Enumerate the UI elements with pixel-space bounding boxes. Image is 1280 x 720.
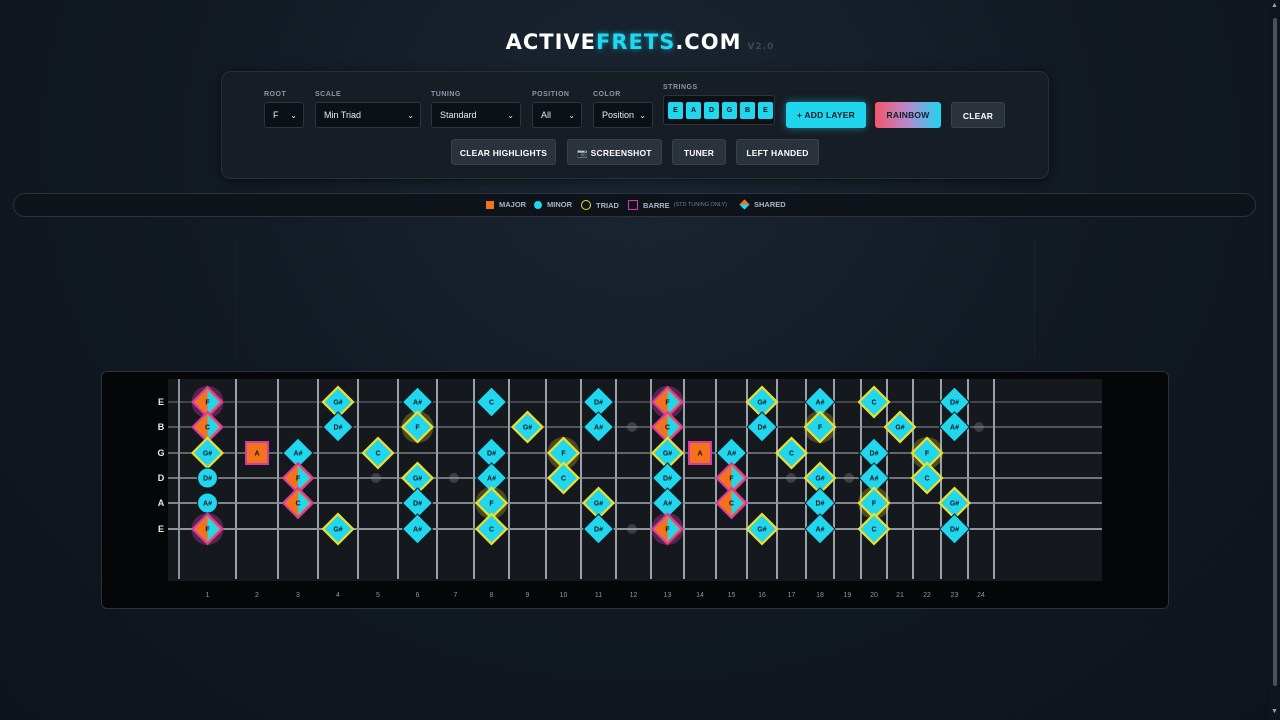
note-label: C <box>561 476 566 483</box>
note-label: D# <box>950 400 959 407</box>
note-label: F <box>205 400 210 407</box>
fret-number: 20 <box>870 592 878 599</box>
note-label: D# <box>413 501 422 508</box>
fret-number: 22 <box>923 592 931 599</box>
note-label: A# <box>816 527 825 534</box>
fret-number: 21 <box>896 592 904 599</box>
note-label: D# <box>663 476 672 483</box>
note-label: F <box>872 501 877 508</box>
note-label: A# <box>294 451 303 458</box>
note-label: C <box>871 400 876 407</box>
note-label: A# <box>950 425 959 432</box>
page-scrollbar[interactable]: ▲ ▼ <box>1270 0 1280 720</box>
string-label: A <box>158 498 165 508</box>
note-label: C <box>489 527 494 534</box>
note-label: C <box>871 527 876 534</box>
fret-number: 12 <box>630 592 638 599</box>
note-label: D# <box>594 527 603 534</box>
note-label: F <box>489 501 494 508</box>
scroll-up-icon[interactable]: ▲ <box>1271 2 1278 9</box>
note-label: F <box>665 527 670 534</box>
fretboard: EBGDAE1 2 3 4 5 6 7 8 9 10 11 12 13 14 15 16 17 18 19 20 21 2… <box>157 379 1102 599</box>
note-label: A# <box>663 501 672 508</box>
note-label: G# <box>333 400 342 407</box>
note-label: F <box>925 451 930 458</box>
note-label: C <box>375 451 380 458</box>
fret-number: 13 <box>664 592 672 599</box>
fret-number: 19 <box>844 592 852 599</box>
note-label: A <box>254 451 259 458</box>
note-label: F <box>561 451 566 458</box>
note-label: G# <box>203 451 212 458</box>
note-label: F <box>415 425 420 432</box>
note-label: A# <box>870 476 879 483</box>
fret-number: 1 <box>206 592 210 599</box>
note-label: A <box>697 451 702 458</box>
fret-number: 2 <box>255 592 259 599</box>
fret-number: 3 <box>296 592 300 599</box>
string-label: D <box>158 473 165 483</box>
note-label: C <box>924 476 929 483</box>
note-label: G# <box>594 501 603 508</box>
note-label: G# <box>950 501 959 508</box>
note-label: G# <box>663 451 672 458</box>
fret-number: 15 <box>728 592 736 599</box>
note-label: F <box>729 476 734 483</box>
note-label: C <box>295 501 300 508</box>
string-label: B <box>158 422 165 432</box>
note-label: F <box>296 476 301 483</box>
note-label: G# <box>895 425 904 432</box>
fret-number: 8 <box>490 592 494 599</box>
note-label: A# <box>816 400 825 407</box>
note-label: A# <box>413 400 422 407</box>
note-label: A# <box>413 527 422 534</box>
note-label: D# <box>870 451 879 458</box>
fret-number: 6 <box>416 592 420 599</box>
note-label: D# <box>203 476 212 483</box>
note-label: A# <box>594 425 603 432</box>
fret-number: 5 <box>376 592 380 599</box>
fret-number: 17 <box>788 592 796 599</box>
fret-number: 7 <box>454 592 458 599</box>
note-label: A# <box>487 476 496 483</box>
fret-number: 24 <box>977 592 985 599</box>
note-label: G# <box>413 476 422 483</box>
note-label: A# <box>203 501 212 508</box>
string-label: G <box>157 448 164 458</box>
note-label: C <box>205 425 210 432</box>
fret-number: 16 <box>758 592 766 599</box>
scroll-down-icon[interactable]: ▼ <box>1271 708 1278 715</box>
note-label: G# <box>757 400 766 407</box>
note-label: G# <box>333 527 342 534</box>
note-label: C <box>729 501 734 508</box>
fret-number: 23 <box>951 592 959 599</box>
note-label: C <box>665 425 670 432</box>
note-label: C <box>489 400 494 407</box>
fret-number: 18 <box>816 592 824 599</box>
note-label: D# <box>487 451 496 458</box>
note-label: D# <box>816 501 825 508</box>
note-label: A# <box>727 451 736 458</box>
note-label: C <box>789 451 794 458</box>
note-label: G# <box>757 527 766 534</box>
note-label: F <box>665 400 670 407</box>
string-label: E <box>158 397 164 407</box>
note-label: G# <box>523 425 532 432</box>
note-label: D# <box>334 425 343 432</box>
note-label: F <box>205 527 210 534</box>
fret-number: 4 <box>336 592 340 599</box>
note-label: F <box>818 425 823 432</box>
fret-number: 11 <box>595 592 602 599</box>
fret-number: 9 <box>526 592 530 599</box>
fret-number: 10 <box>560 592 568 599</box>
note-label: G# <box>815 476 824 483</box>
string-label: E <box>158 524 164 534</box>
note-label: D# <box>950 527 959 534</box>
scrollbar-thumb[interactable] <box>1273 18 1277 686</box>
note-label: D# <box>594 400 603 407</box>
fret-number: 14 <box>696 592 704 599</box>
note-label: D# <box>758 425 767 432</box>
